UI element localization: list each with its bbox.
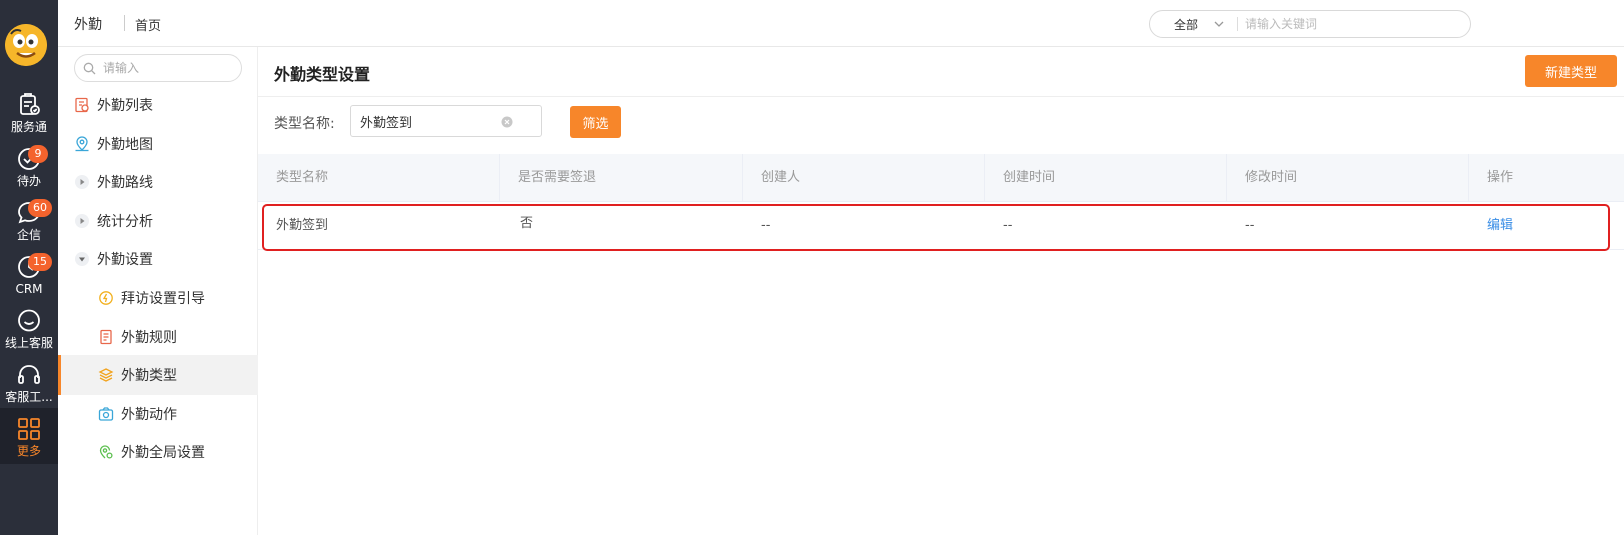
nav-item-field-types[interactable]: 外勤类型 [58, 355, 258, 395]
nav-item-field-actions[interactable]: 外勤动作 [58, 394, 258, 434]
table-row: 外勤签到 否 -- -- -- 编辑 [258, 202, 1624, 251]
filter-button[interactable]: 筛选 [570, 106, 621, 138]
layers-icon [98, 368, 114, 382]
type-name-field [350, 105, 542, 137]
cell-need-signout: 否 [520, 216, 534, 231]
table-header: 类型名称 是否需要签退 创建人 创建时间 修改时间 操作 [258, 154, 1624, 202]
search-icon [83, 62, 96, 75]
location-gear-icon [99, 445, 113, 459]
column-header: 创建时间 [985, 154, 1227, 202]
rail-item-chat[interactable]: 企信 60 [0, 199, 58, 254]
page-title: 外勤类型设置 [274, 65, 371, 84]
sidebar-search [74, 54, 242, 82]
count-badge: 15 [28, 253, 52, 271]
nav-label: 外勤路线 [97, 175, 153, 191]
rail-label: 企信 [16, 228, 41, 242]
rail-label: 客服工... [5, 390, 53, 404]
rail-item-crm[interactable]: CRM 15 [0, 253, 58, 308]
sidebar-search-input[interactable] [103, 60, 233, 76]
caret-right-icon [75, 214, 89, 228]
rail-item-more[interactable]: 更多 [0, 408, 58, 464]
rail-label: CRM [15, 282, 43, 296]
nav-label: 拜访设置引导 [121, 291, 205, 307]
new-type-button[interactable]: 新建类型 [1525, 55, 1617, 87]
app-logo [5, 24, 47, 66]
rail-item-online-service[interactable]: 线上客服 [0, 308, 58, 362]
top-header: 外勤 首页 全部 [58, 0, 1624, 47]
edit-link[interactable]: 编辑 [1469, 202, 1513, 250]
global-search-input[interactable] [1245, 15, 1455, 33]
count-badge: 9 [28, 145, 48, 163]
nav-label: 统计分析 [97, 214, 153, 230]
header-divider [124, 15, 125, 31]
main-content: 外勤类型设置 新建类型 类型名称: 筛选 类型名称 是否需要签退 创建人 创建时… [258, 47, 1624, 535]
global-search: 全部 [1149, 10, 1471, 38]
rail-label: 待办 [16, 174, 41, 188]
cell-created-time: -- [1003, 218, 1013, 233]
count-badge: 60 [28, 199, 52, 217]
types-table: 类型名称 是否需要签退 创建人 创建时间 修改时间 操作 外勤签到 否 -- -… [258, 154, 1624, 251]
rules-doc-icon [100, 329, 112, 345]
nav-item-field-map[interactable]: 外勤地图 [58, 124, 258, 164]
breadcrumb-home[interactable]: 首页 [135, 15, 161, 34]
nav-item-statistics[interactable]: 统计分析 [58, 201, 258, 241]
rail-label: 更多 [16, 444, 41, 458]
nav-item-global-settings[interactable]: 外勤全局设置 [58, 432, 258, 472]
nav-item-field-rules[interactable]: 外勤规则 [58, 317, 258, 357]
grid-icon [18, 418, 40, 440]
column-header: 操作 [1487, 170, 1514, 185]
rail-label: 服务通 [10, 120, 47, 134]
column-header: 类型名称 [258, 154, 500, 202]
cell-modified-time: -- [1245, 218, 1255, 233]
nav-label: 外勤动作 [121, 407, 177, 423]
column-header: 是否需要签退 [500, 154, 743, 202]
nav-label: 外勤列表 [97, 98, 153, 114]
column-header: 创建人 [743, 154, 985, 202]
row-highlight-box [262, 204, 1610, 251]
smile-bubble-icon [18, 309, 40, 332]
clipboard-icon [20, 93, 40, 115]
rail-item-service[interactable]: 服务通 [0, 92, 58, 146]
nav-item-field-settings[interactable]: 外勤设置 [58, 239, 258, 279]
column-header: 修改时间 [1227, 154, 1469, 202]
nav-item-field-route[interactable]: 外勤路线 [58, 162, 258, 202]
search-divider [1237, 17, 1238, 31]
caret-right-icon [75, 175, 89, 189]
cell-creator: -- [761, 218, 771, 233]
nav-item-field-list[interactable]: 外勤列表 [58, 85, 258, 125]
rail-label: 线上客服 [4, 336, 53, 350]
lightning-badge-icon [99, 291, 113, 305]
secondary-sidebar: 外勤列表 外勤地图 外勤路线 统计分析 外勤设置 拜访设置引导 外勤规则 外勤类… [58, 47, 258, 535]
search-scope-select[interactable]: 全部 [1174, 16, 1198, 33]
chevron-down-icon[interactable] [1212, 17, 1226, 31]
nav-label: 外勤设置 [97, 252, 153, 268]
nav-label: 外勤地图 [97, 137, 153, 153]
caret-down-icon [75, 252, 89, 266]
nav-label: 外勤全局设置 [121, 445, 205, 461]
type-name-input[interactable] [360, 113, 500, 129]
rail-item-todo[interactable]: 待办 9 [0, 145, 58, 200]
filter-label: 类型名称: [274, 116, 335, 132]
map-pin-icon [75, 136, 89, 152]
clear-icon[interactable] [501, 116, 513, 128]
page-header: 外勤类型设置 新建类型 [258, 47, 1624, 97]
app-rail: 服务通 待办 9 企信 60 CRM 15 线上客服 客服工... 更多 [0, 0, 58, 535]
list-doc-icon [75, 97, 89, 113]
nav-label: 外勤规则 [121, 330, 177, 346]
nav-item-visit-guide[interactable]: 拜访设置引导 [58, 278, 258, 318]
camera-icon [98, 407, 114, 421]
cell-type-name: 外勤签到 [276, 218, 329, 233]
nav-label: 外勤类型 [121, 368, 177, 384]
headset-icon [18, 365, 40, 384]
app-name: 外勤 [74, 17, 102, 33]
